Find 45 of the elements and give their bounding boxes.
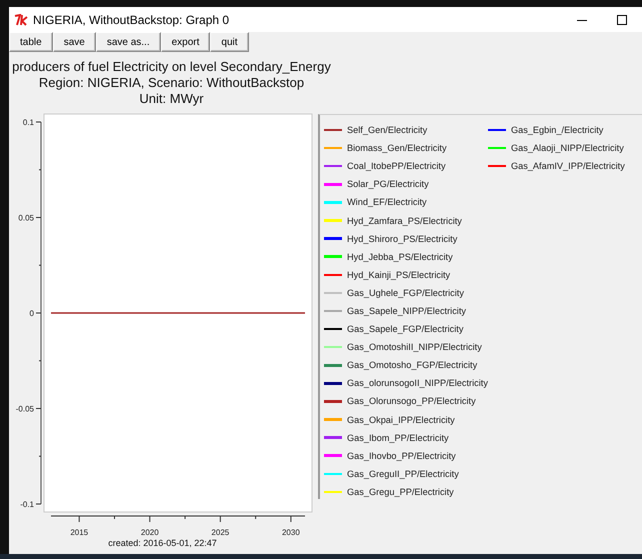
- axis-label: 0.05: [18, 214, 34, 222]
- legend-label: Gas_Ughele_FGP/Electricity: [347, 288, 464, 298]
- legend-label: Gas_Ibom_PP/Electricity: [347, 432, 449, 443]
- toolbar-button[interactable]: table: [9, 32, 53, 52]
- legend-label: Gas_Gregu_PP/Electricity: [347, 486, 454, 497]
- legend-label: Gas_olorunsogoII_NIPP/Electricity: [347, 378, 488, 388]
- created-timestamp: created: 2016-05-01, 22:47: [108, 538, 217, 548]
- legend-label: Gas_Olorunsogo_PP/Electricity: [347, 396, 476, 406]
- axis-label: -0.1: [20, 500, 34, 509]
- legend-label: Hyd_Kainji_PS/Electricity: [347, 270, 450, 280]
- legend-label: Gas_Alaoji_NIPP/Electricity: [510, 143, 624, 154]
- legend-label: Gas_GreguII_PP/Electricity: [347, 468, 459, 479]
- legend-label: Self_Gen/Electricity: [347, 125, 428, 136]
- axis-label: 2030: [282, 528, 300, 537]
- toolbar-button[interactable]: export: [160, 32, 210, 52]
- axis-label: -0.05: [16, 404, 34, 414]
- legend-label: Gas_OmotoshiII_NIPP/Electricity: [347, 342, 482, 352]
- legend-label: Biomass_Gen/Electricity: [347, 143, 447, 154]
- legend-label: Gas_Egbin_/Electricity: [510, 125, 604, 136]
- legend-label: Gas_Sapele_FGP/Electricity: [347, 324, 464, 334]
- legend-label: Gas_Sapele_NIPP/Electricity: [347, 306, 466, 316]
- axis-label: 2025: [211, 528, 230, 537]
- toolbar-button[interactable]: save as...: [96, 32, 161, 52]
- axis-label: 2020: [140, 528, 159, 537]
- window-title: NIGERIA, WithoutBackstop: Graph 0: [33, 12, 230, 26]
- feather-icon: [14, 14, 28, 26]
- legend-label: Gas_Okpai_IPP/Electricity: [347, 414, 455, 425]
- axis-label: 2015: [70, 528, 88, 537]
- legend-label: Hyd_Shiroro_PS/Electricity: [347, 234, 458, 244]
- chart-title: Unit: MWyr: [138, 91, 205, 107]
- chart-title: Region: NIGERIA, Scenario: WithoutBackstop: [38, 75, 306, 91]
- legend-label: Gas_Omotosho_FGP/Electricity: [347, 360, 478, 370]
- legend-label: Solar_PG/Electricity: [347, 179, 429, 190]
- legend-label: Gas_Ihovbo_PP/Electricity: [347, 450, 456, 461]
- toolbar-button[interactable]: quit: [210, 32, 249, 52]
- legend-label: Hyd_Jebba_PS/Electricity: [347, 252, 453, 262]
- legend-label: Wind_EF/Electricity: [347, 197, 427, 208]
- legend-label: Hyd_Zamfara_PS/Electricity: [347, 216, 462, 226]
- legend-label: Coal_ItobePP/Electricity: [347, 161, 446, 172]
- maximize-icon[interactable]: [616, 14, 628, 26]
- chart-title: producers of fuel Electricity on level Secondary_Energy: [11, 59, 332, 75]
- legend-label: Gas_AfamIV_IPP/Electricity: [510, 161, 625, 172]
- toolbar-button[interactable]: save: [52, 32, 96, 52]
- axis-label: 0: [30, 309, 34, 318]
- axis-label: 0.1: [22, 118, 34, 127]
